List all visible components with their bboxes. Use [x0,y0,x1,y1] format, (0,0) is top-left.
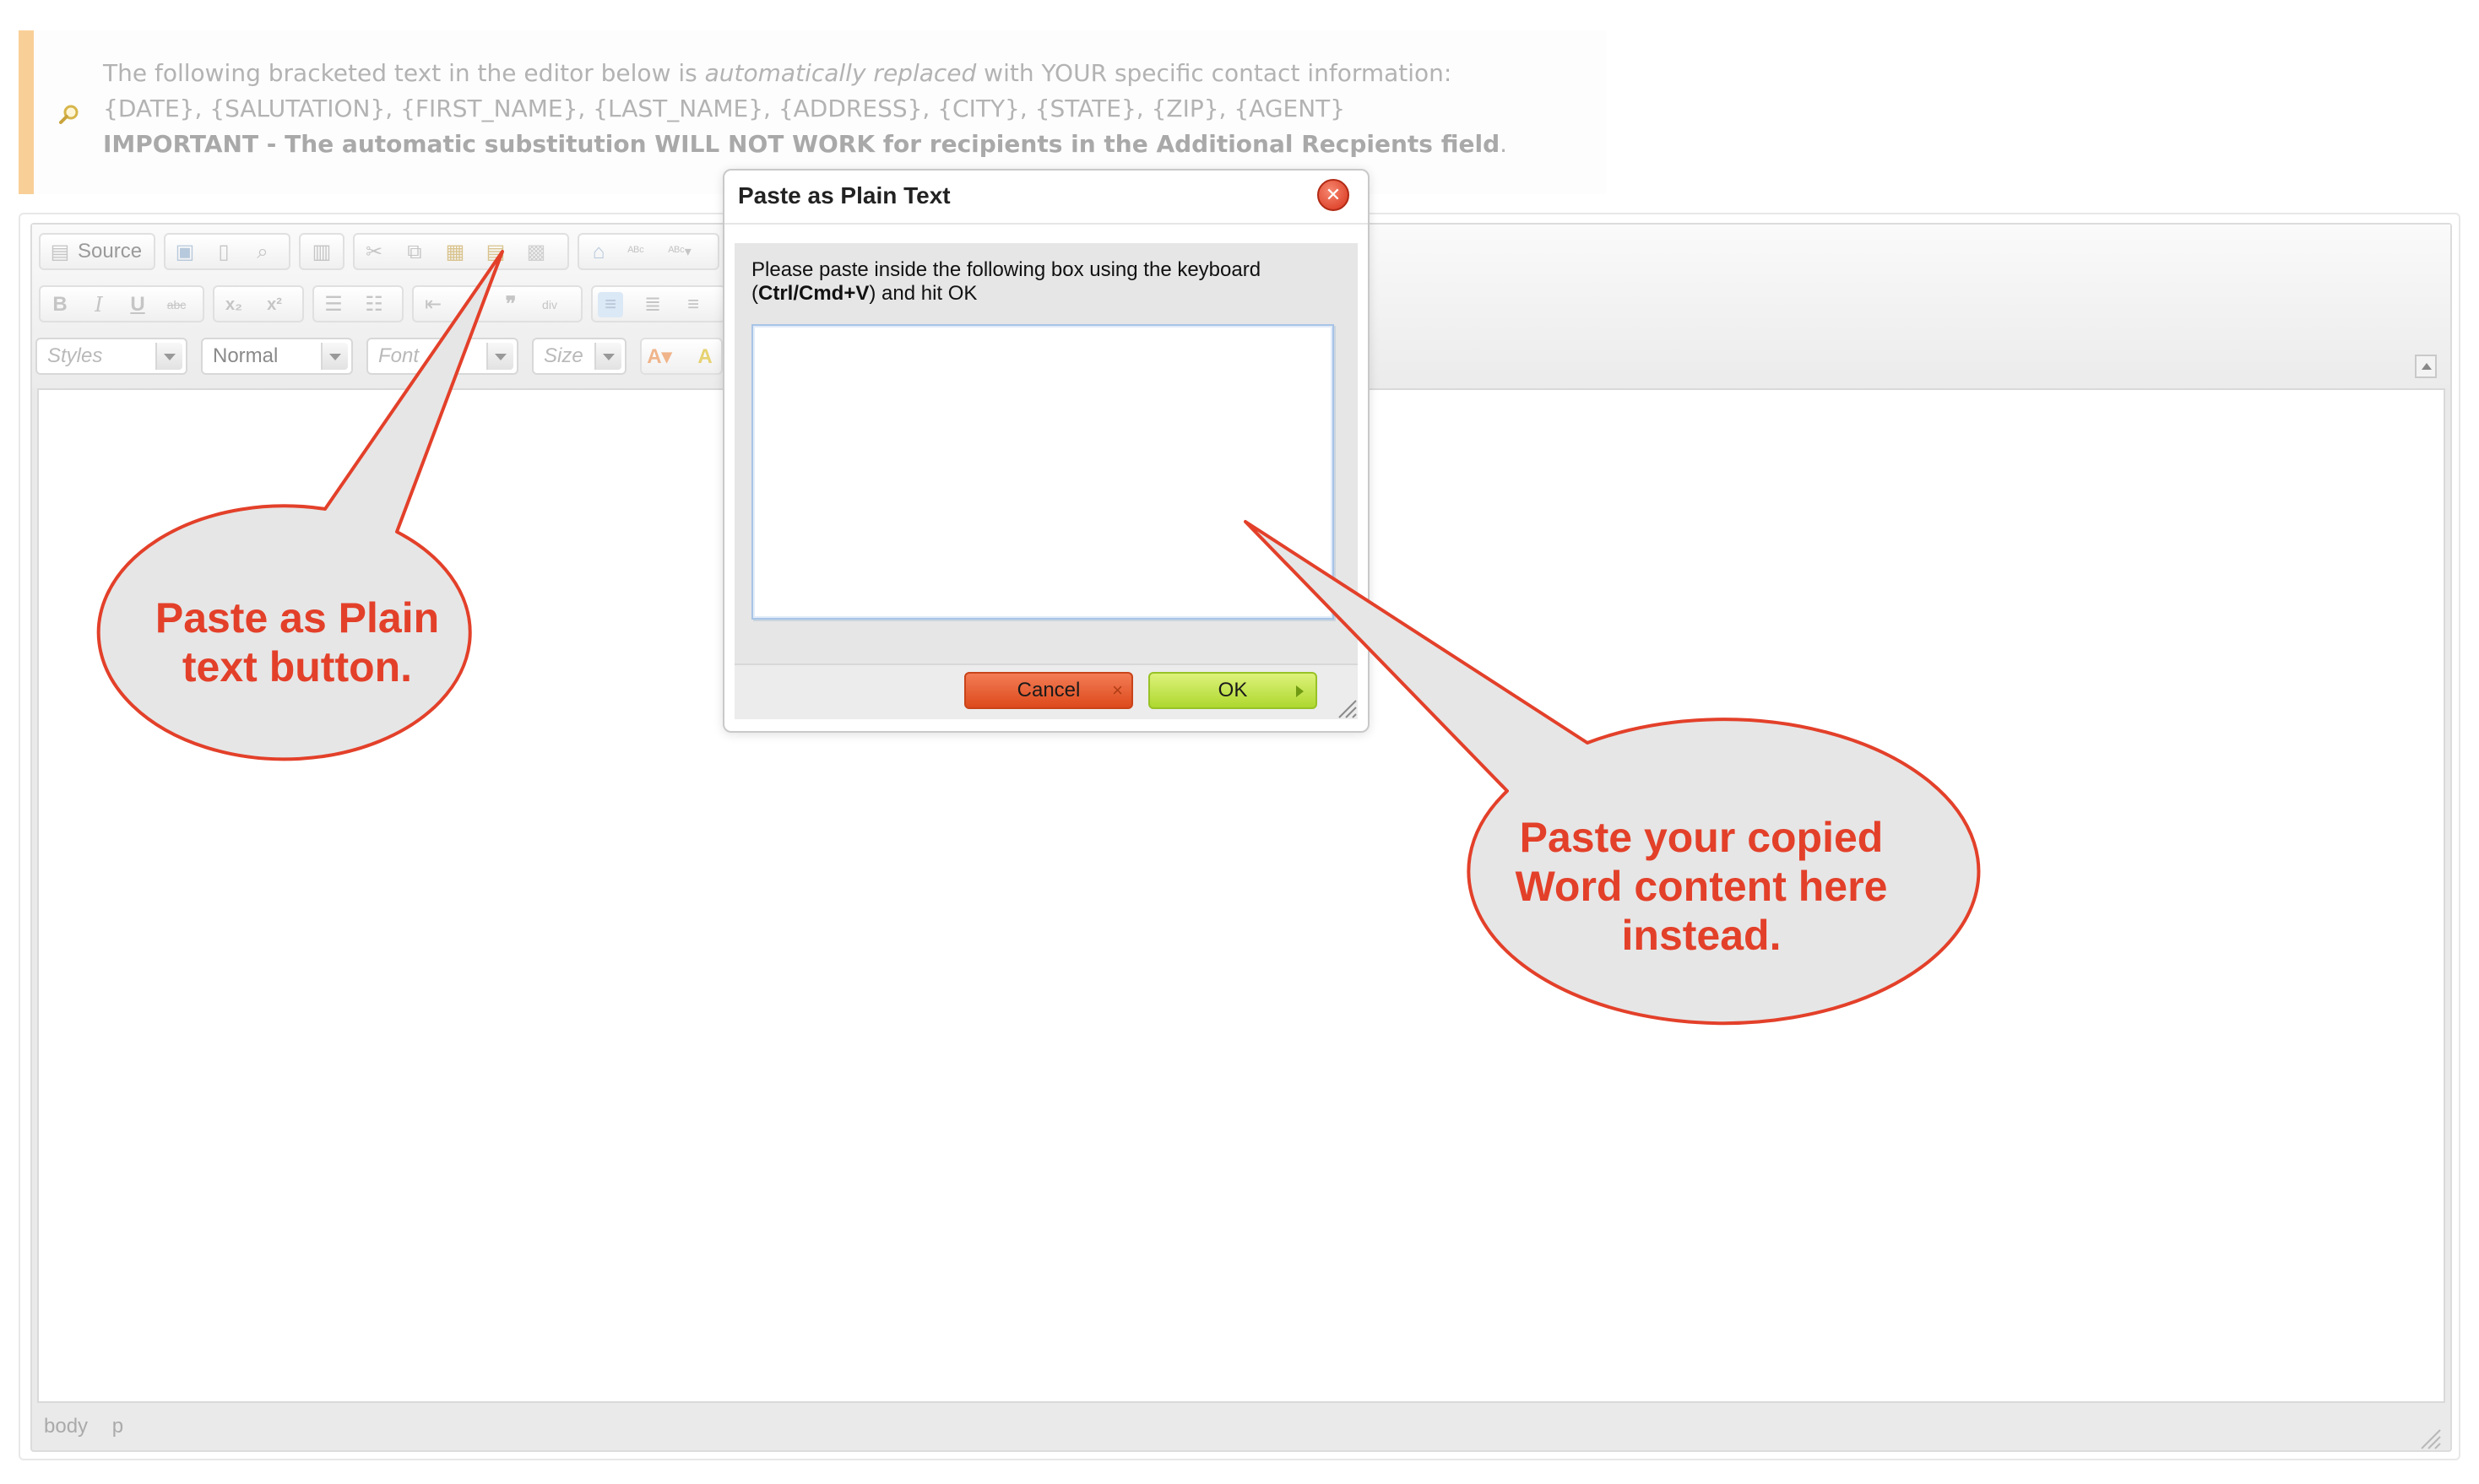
dialog-instruction: Please paste inside the following box us… [751,258,1343,306]
paste-icon[interactable]: ▦ [442,240,468,265]
magnifier-icon [59,105,79,124]
notice-important: IMPORTANT - The automatic substitution W… [103,130,1500,158]
superscript-icon[interactable]: x² [262,292,287,317]
font-combo[interactable]: Font [366,338,518,375]
clipboard-group: ✂ ⧉ ▦ ▤ ▩ [353,233,569,270]
source-icon: ▤ [50,241,70,263]
background-color-icon[interactable]: A [692,344,718,370]
arrow-right-icon [1296,685,1304,697]
notice-placeholders: {DATE}, {SALUTATION}, {FIRST_NAME}, {LAS… [103,95,1346,122]
dialog-title: Paste as Plain Text [738,182,951,209]
spellcheck-icon[interactable]: ᴬᴮᶜ [623,240,648,265]
strikethrough-icon[interactable]: abc [164,292,189,317]
styles-label: Styles [47,344,103,367]
cut-icon[interactable]: ✂ [361,240,387,265]
save-icon[interactable]: ▣ [172,240,198,265]
notice-line1-em: automatically replaced [704,59,977,87]
dialog-resize-icon[interactable] [1336,697,1358,719]
source-label: Source [78,240,143,263]
paste-plain-text-icon[interactable]: ▤ [483,240,508,265]
element-path-bar: body p [44,1415,142,1438]
chevron-down-icon [594,343,621,370]
spellcheck-as-you-type-icon[interactable]: ᴬᴮᶜ▾ [667,240,692,265]
chevron-down-icon [155,343,182,370]
templates-icon[interactable]: ▥ [309,240,334,265]
dialog-divider [724,223,1368,225]
instruction-text-end: ) and hit OK [869,282,978,305]
indent-icon[interactable]: ⇥ [459,292,485,317]
bold-icon[interactable]: B [47,292,73,317]
italic-icon[interactable]: I [86,292,111,317]
font-label: Font [378,344,420,367]
list-group: ☰ ☷ [312,285,404,322]
copy-icon[interactable]: ⧉ [402,240,427,265]
underline-icon[interactable]: U [125,292,150,317]
new-page-icon[interactable]: ▯ [211,240,236,265]
preview-icon[interactable]: ⌕ [250,240,275,265]
callout2-line1: Paste your copied [1519,814,1884,861]
instruction-shortcut: Ctrl/Cmd+V [758,282,870,305]
notice-line1-pre: The following bracketed text in the edit… [103,59,705,87]
path-item-p[interactable]: p [112,1415,123,1438]
size-combo[interactable]: Size [532,338,627,375]
callout-text-2: Paste your copied Word content here inst… [1461,813,1942,960]
notice-text: The following bracketed text in the edit… [103,56,1606,162]
align-left-icon[interactable]: ≡ [598,292,623,317]
size-label: Size [544,344,583,367]
bulleted-list-icon[interactable]: ☷ [361,292,387,317]
align-group: ≡ ≣ ≡ [591,285,726,322]
basic-styles-group: B I U abc [39,285,204,322]
outdent-icon[interactable]: ⇤ [420,292,446,317]
document-tools-group: ▣ ▯ ⌕ [164,233,290,270]
chevron-down-icon [486,343,513,370]
cancel-button[interactable]: Cancel × [964,672,1133,709]
callout1-line2: text button. [182,643,413,691]
colors-group: A▾ A [640,338,723,375]
chevron-down-icon [321,343,348,370]
align-center-icon[interactable]: ≣ [640,292,665,317]
callout1-line1: Paste as Plain [155,594,440,642]
notice-line1-post: with YOUR specific contact information: [976,59,1452,87]
callout-text-1: Paste as Plain text button. [128,593,466,691]
styles-combo[interactable]: Styles [35,338,187,375]
find-icon[interactable]: ⌂ [586,240,611,265]
sub-superscript-group: x₂ x² [213,285,304,322]
editor-resize-icon[interactable] [2417,1425,2442,1450]
text-color-icon[interactable]: A▾ [647,344,672,370]
callout2-line2: Word content here [1515,863,1888,910]
cancel-label: Cancel [1017,679,1081,701]
blockquote-icon[interactable]: ❞ [498,292,523,317]
ok-label: OK [1218,679,1248,701]
indent-group: ⇤ ⇥ ❞ div [412,285,583,322]
create-div-icon[interactable]: div [537,292,562,317]
paste-textarea[interactable] [751,324,1334,620]
align-right-icon[interactable]: ≡ [681,292,706,317]
paste-from-word-icon[interactable]: ▩ [523,240,549,265]
numbered-list-icon[interactable]: ☰ [321,292,346,317]
spelling-group: ⌂ ᴬᴮᶜ ᴬᴮᶜ▾ [578,233,719,270]
callout2-line3: instead. [1621,912,1782,959]
ok-button[interactable]: OK [1148,672,1317,709]
source-button[interactable]: ▤ Source [39,233,155,270]
format-label: Normal [213,344,279,367]
subscript-icon[interactable]: x₂ [221,292,247,317]
scroll-up-icon[interactable] [2415,355,2437,378]
cancel-x-icon: × [1112,680,1123,701]
templates-group: ▥ [299,233,344,270]
notice-important-end: . [1500,130,1508,158]
close-icon[interactable]: ✕ [1317,179,1349,211]
path-item-body[interactable]: body [44,1415,88,1438]
format-combo[interactable]: Normal [201,338,353,375]
